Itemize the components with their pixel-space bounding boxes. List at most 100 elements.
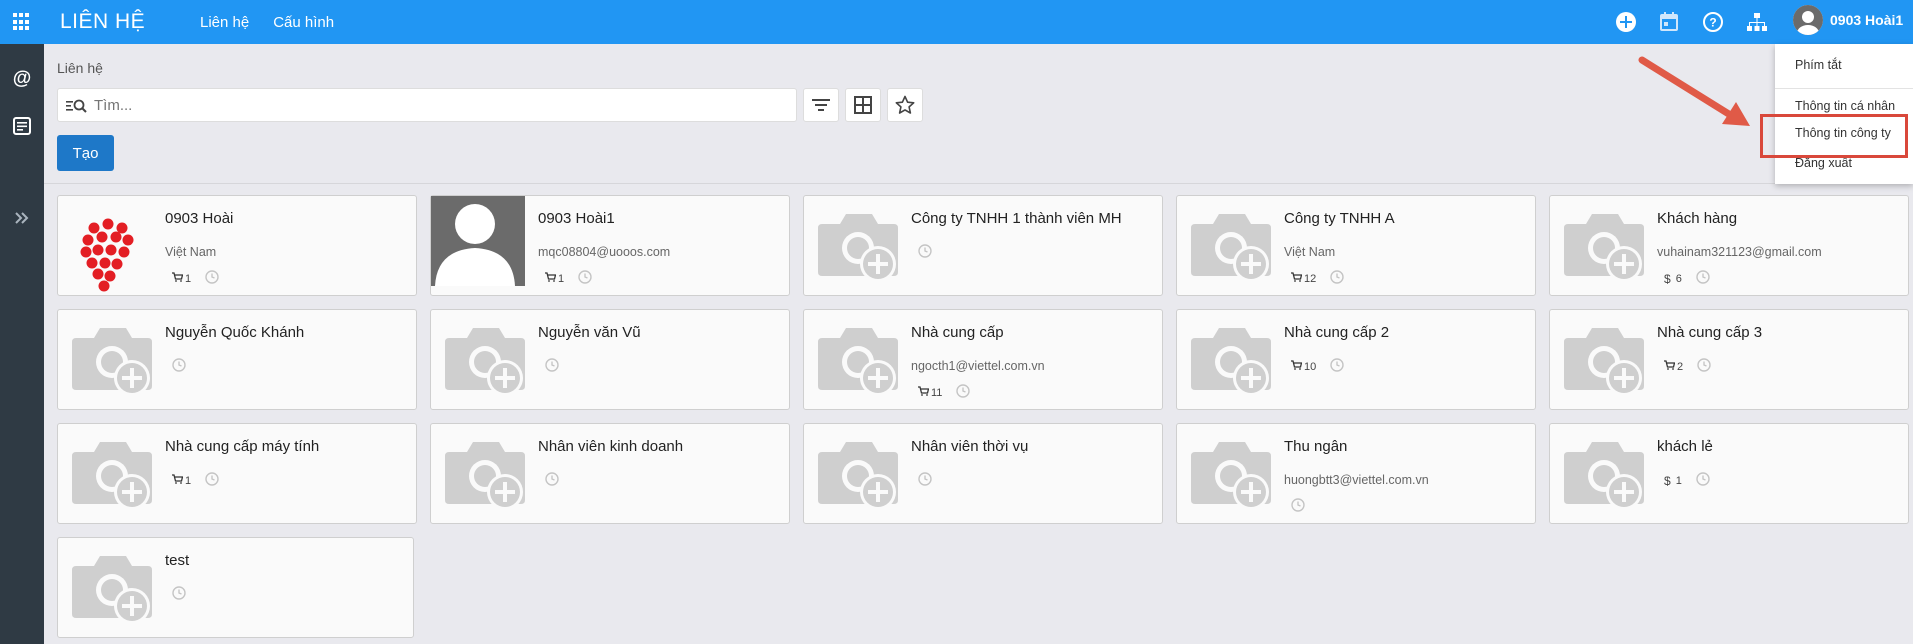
- search-box[interactable]: [57, 88, 797, 122]
- badge-value: 2: [1677, 360, 1684, 373]
- cart-icon: [1664, 360, 1676, 373]
- cart-icon: [918, 386, 930, 399]
- contact-detail: Việt Nam: [1284, 245, 1336, 259]
- contact-name: Nhà cung cấp 2: [1284, 324, 1390, 341]
- activity-clock-icon[interactable]: [578, 270, 592, 287]
- contact-meta: $1: [1664, 472, 1710, 489]
- add-circle-icon[interactable]: [1615, 11, 1637, 33]
- contact-name: Nhân viên thời vụ: [911, 438, 1029, 455]
- expand-sidebar-icon[interactable]: [12, 208, 32, 228]
- contact-card[interactable]: test: [57, 537, 414, 638]
- contact-card[interactable]: Nhà cung cấp ngocth1@viettel.com.vn 11: [803, 309, 1163, 410]
- contact-meta: 1: [545, 270, 592, 287]
- activity-clock-icon[interactable]: [956, 384, 971, 401]
- cart-icon: [172, 474, 184, 487]
- favorites-button[interactable]: [887, 88, 923, 122]
- annotation-arrow: [1638, 56, 1750, 126]
- menu-item-contacts[interactable]: Liên hệ: [200, 14, 249, 31]
- contact-name: Nguyễn Quốc Khánh: [165, 324, 305, 341]
- contact-detail: huongbtt3@viettel.com.vn: [1284, 473, 1429, 487]
- sales-count-badge[interactable]: 1: [172, 272, 191, 285]
- menu-item-shortcuts[interactable]: Phím tắt: [1795, 58, 1842, 72]
- contact-card[interactable]: Nhà cung cấp 2 10: [1176, 309, 1536, 410]
- menu-item-logout[interactable]: Đăng xuất: [1795, 156, 1852, 170]
- contact-name: 0903 Hoài1: [538, 210, 615, 227]
- activity-clock-icon[interactable]: [545, 472, 559, 489]
- menu-separator: [1775, 88, 1913, 89]
- user-name: 0903 Hoài1: [1830, 12, 1904, 28]
- breadcrumb[interactable]: Liên hệ: [57, 60, 103, 76]
- badge-value: 10: [1304, 360, 1317, 373]
- calendar-icon[interactable]: [1658, 11, 1680, 33]
- contact-card[interactable]: Công ty TNHH A Việt Nam 12: [1176, 195, 1536, 296]
- menu-item-config[interactable]: Cấu hình: [273, 14, 334, 31]
- org-chart-icon[interactable]: [1746, 11, 1768, 33]
- activity-clock-icon[interactable]: [1291, 498, 1305, 515]
- contact-name: Công ty TNHH A: [1284, 210, 1395, 227]
- contact-meta: [1291, 498, 1305, 515]
- contact-name: Khách hàng: [1657, 210, 1738, 227]
- contact-card[interactable]: Nhân viên thời vụ: [803, 423, 1163, 524]
- search-input[interactable]: [94, 95, 784, 115]
- filter-button[interactable]: [803, 88, 839, 122]
- placeholder-image-icon: [1556, 206, 1656, 286]
- app-title: LIÊN HỆ: [60, 10, 146, 33]
- activity-clock-icon[interactable]: [205, 270, 219, 287]
- top-navbar: LIÊN HỆ Liên hệ Cấu hình ? 0903 Hoài1: [0, 0, 1913, 44]
- divider: [44, 183, 1913, 184]
- money-badge[interactable]: $6: [1664, 272, 1682, 286]
- contact-card[interactable]: Công ty TNHH 1 thành viên MH: [803, 195, 1163, 296]
- menu-item-personal-info[interactable]: Thông tin cá nhân: [1795, 99, 1895, 113]
- left-sidebar: @: [0, 44, 44, 644]
- badge-value: 6: [1675, 272, 1682, 285]
- create-button[interactable]: Tạo: [57, 135, 114, 171]
- activity-clock-icon[interactable]: [172, 358, 186, 375]
- contact-card[interactable]: Nhân viên kinh doanh: [430, 423, 790, 524]
- activity-clock-icon[interactable]: [1697, 358, 1711, 375]
- help-icon[interactable]: ?: [1702, 11, 1724, 33]
- contact-meta: 1: [172, 270, 219, 287]
- sales-count-badge[interactable]: 2: [1664, 360, 1683, 373]
- activity-clock-icon[interactable]: [172, 586, 186, 603]
- email-at-icon[interactable]: @: [12, 68, 32, 88]
- contact-card[interactable]: khách lẻ $1: [1549, 423, 1909, 524]
- contact-card[interactable]: Thu ngân huongbtt3@viettel.com.vn: [1176, 423, 1536, 524]
- activity-clock-icon[interactable]: [918, 244, 932, 261]
- contact-card[interactable]: Nguyễn văn Vũ: [430, 309, 790, 410]
- contact-meta: 12: [1291, 270, 1344, 287]
- highlight-box: [1760, 114, 1908, 158]
- contact-name: test: [165, 552, 190, 569]
- cart-icon: [1291, 360, 1303, 373]
- contact-card[interactable]: Nhà cung cấp 3 2: [1549, 309, 1909, 410]
- contact-card[interactable]: Nguyễn Quốc Khánh: [57, 309, 417, 410]
- badge-value: 12: [1304, 272, 1317, 285]
- contact-name: Thu ngân: [1284, 438, 1348, 455]
- activity-clock-icon[interactable]: [1696, 472, 1710, 489]
- activity-clock-icon[interactable]: [1330, 358, 1344, 375]
- user-menu-toggle[interactable]: 0903 Hoài1: [1793, 5, 1903, 35]
- activity-clock-icon[interactable]: [545, 358, 559, 375]
- activity-clock-icon[interactable]: [1330, 270, 1344, 287]
- notes-icon[interactable]: [12, 116, 32, 136]
- activity-clock-icon[interactable]: [1696, 270, 1710, 287]
- grid-icon: [854, 96, 872, 114]
- contact-detail: ngocth1@viettel.com.vn: [911, 359, 1045, 373]
- contact-meta: [172, 358, 186, 375]
- groupby-button[interactable]: [845, 88, 881, 122]
- contact-card[interactable]: Khách hàng vuhainam321123@gmail.com $6: [1549, 195, 1909, 296]
- sales-count-badge[interactable]: 12: [1291, 272, 1316, 285]
- sales-count-badge[interactable]: 1: [172, 474, 191, 487]
- contact-name: Nhà cung cấp 3: [1657, 324, 1763, 341]
- contact-card[interactable]: 0903 Hoài1 mqc08804@uooos.com 1: [430, 195, 790, 296]
- apps-grid-icon[interactable]: [13, 13, 31, 31]
- contact-card[interactable]: 0903 Hoài Việt Nam 1: [57, 195, 417, 296]
- sales-count-badge[interactable]: 10: [1291, 360, 1316, 373]
- contact-card[interactable]: Nhà cung cấp máy tính 1: [57, 423, 417, 524]
- badge-value: 1: [558, 272, 565, 285]
- sales-count-badge[interactable]: 11: [918, 386, 942, 399]
- sales-count-badge[interactable]: 1: [545, 272, 564, 285]
- money-badge[interactable]: $1: [1664, 474, 1682, 488]
- activity-clock-icon[interactable]: [205, 472, 219, 489]
- placeholder-image-icon: [437, 320, 537, 400]
- activity-clock-icon[interactable]: [918, 472, 932, 489]
